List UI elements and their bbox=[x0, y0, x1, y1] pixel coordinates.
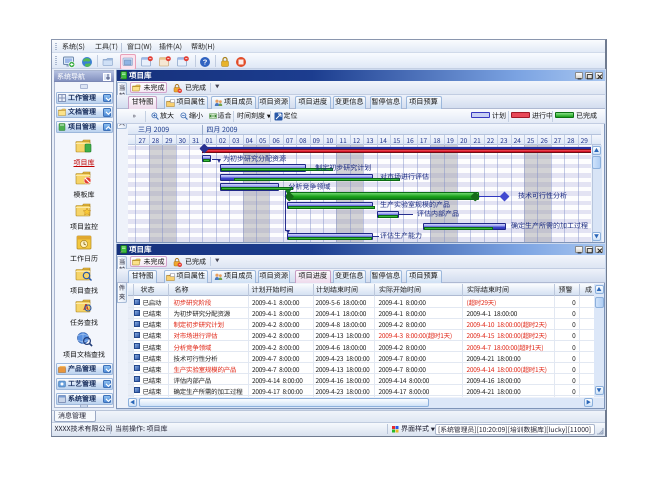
svg-text:?: ? bbox=[203, 57, 208, 66]
